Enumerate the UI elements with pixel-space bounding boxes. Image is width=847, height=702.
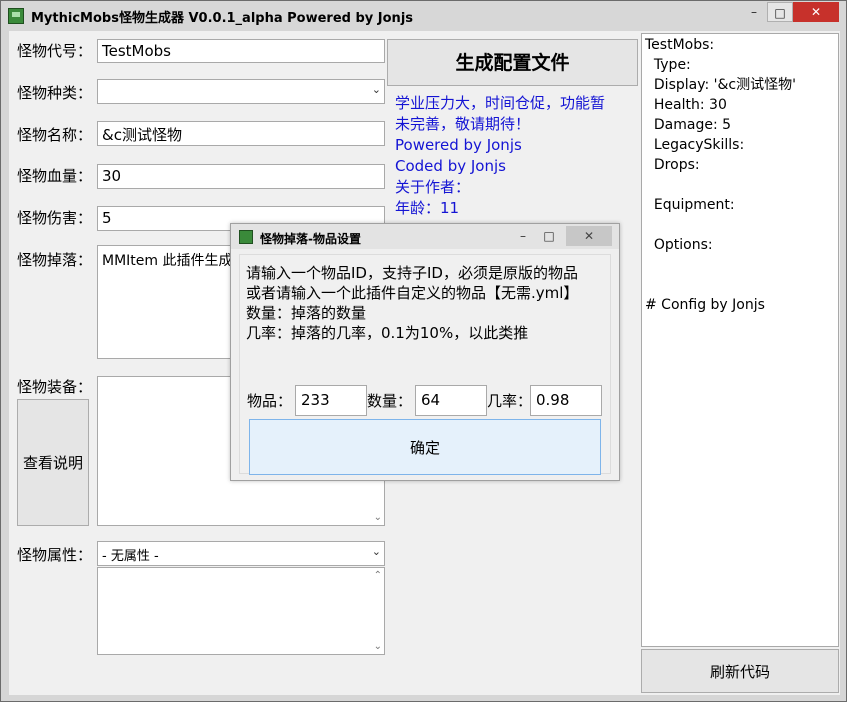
dialog-title: 怪物掉落-物品设置 [260,232,361,246]
dialog-title-bar[interactable]: 怪物掉落-物品设置 – □ ✕ [231,224,619,249]
attr-label: 怪物属性： [17,546,93,564]
code-input[interactable]: TestMobs [97,39,385,63]
type-select[interactable]: ⌄ [97,79,385,104]
info-text: 学业压力大，时间仓促，功能暂 未完善，敬请期待！ Powered by Jonj… [395,93,635,219]
attr-select[interactable]: - 无属性 - ⌄ [97,541,385,566]
chevron-down-icon: ⌄ [371,83,381,96]
info-line: Coded by Jonjs [395,157,506,175]
scroll-down-icon[interactable]: ⌄ [374,512,382,523]
code-label: 怪物代号： [17,42,93,60]
type-label: 怪物种类： [17,84,93,102]
chevron-down-icon: ⌄ [371,545,381,558]
drop-item-dialog: 怪物掉落-物品设置 – □ ✕ 请输入一个物品ID，支持子ID，必须是原版的物品… [230,223,620,481]
title-bar[interactable]: MythicMobs怪物生成器 V0.0.1_alpha Powered by … [1,1,846,30]
maximize-button[interactable]: □ [767,2,793,22]
window-title: MythicMobs怪物生成器 V0.0.1_alpha Powered by … [31,11,414,26]
attr-select-value: - 无属性 - [102,549,159,564]
main-window: MythicMobs怪物生成器 V0.0.1_alpha Powered by … [0,0,847,702]
amount-label: 数量： [367,392,413,410]
message-line: 数量：掉落的数量 [246,304,367,322]
health-label: 怪物血量： [17,167,93,185]
name-label: 怪物名称： [17,126,93,144]
help-button[interactable]: 查看说明 [17,399,89,526]
scroll-up-icon[interactable]: ⌃ [374,570,382,581]
close-button[interactable]: ✕ [793,2,839,22]
name-input[interactable]: &c测试怪物 [97,121,385,146]
info-line: 关于作者： [395,178,471,196]
dialog-message: 请输入一个物品ID，支持子ID，必须是原版的物品 或者请输入一个此插件自定义的物… [246,263,578,343]
amount-input[interactable]: 64 [415,385,487,416]
item-label: 物品： [247,392,293,410]
item-input[interactable]: 233 [295,385,367,416]
chance-label: 几率： [487,392,533,410]
info-line: 学业压力大，时间仓促，功能暂 [395,94,606,112]
app-icon [239,230,253,244]
dialog-body: 请输入一个物品ID，支持子ID，必须是原版的物品 或者请输入一个此插件自定义的物… [239,254,611,475]
message-line: 几率：掉落的几率，0.1为10%，以此类推 [246,324,529,342]
damage-label: 怪物伤害： [17,209,93,227]
dialog-maximize-button[interactable]: □ [537,226,561,246]
equipment-label: 怪物装备： [17,378,93,396]
drops-text: MMItem 此插件生成 [102,253,233,269]
health-input[interactable]: 30 [97,164,385,189]
info-line: Powered by Jonjs [395,136,522,154]
info-line: 年龄：11 [395,199,460,217]
drops-label: 怪物掉落： [17,251,93,269]
chance-input[interactable]: 0.98 [530,385,602,416]
scroll-down-icon[interactable]: ⌄ [374,641,382,652]
dialog-close-button[interactable]: ✕ [566,226,612,246]
refresh-code-button[interactable]: 刷新代码 [641,649,839,693]
message-line: 请输入一个物品ID，支持子ID，必须是原版的物品 [246,264,578,282]
ok-button[interactable]: 确定 [249,419,601,475]
attr-listbox[interactable]: ⌃ ⌄ [97,567,385,655]
message-line: 或者请输入一个此插件自定义的物品【无需.yml】 [246,284,579,302]
config-preview[interactable]: TestMobs: Type: Display: '&c测试怪物' Health… [641,33,839,647]
info-line: 未完善，敬请期待！ [395,115,531,133]
generate-config-button[interactable]: 生成配置文件 [387,39,638,86]
app-icon [8,8,24,24]
dialog-minimize-button[interactable]: – [511,226,535,246]
minimize-button[interactable]: – [741,2,767,22]
